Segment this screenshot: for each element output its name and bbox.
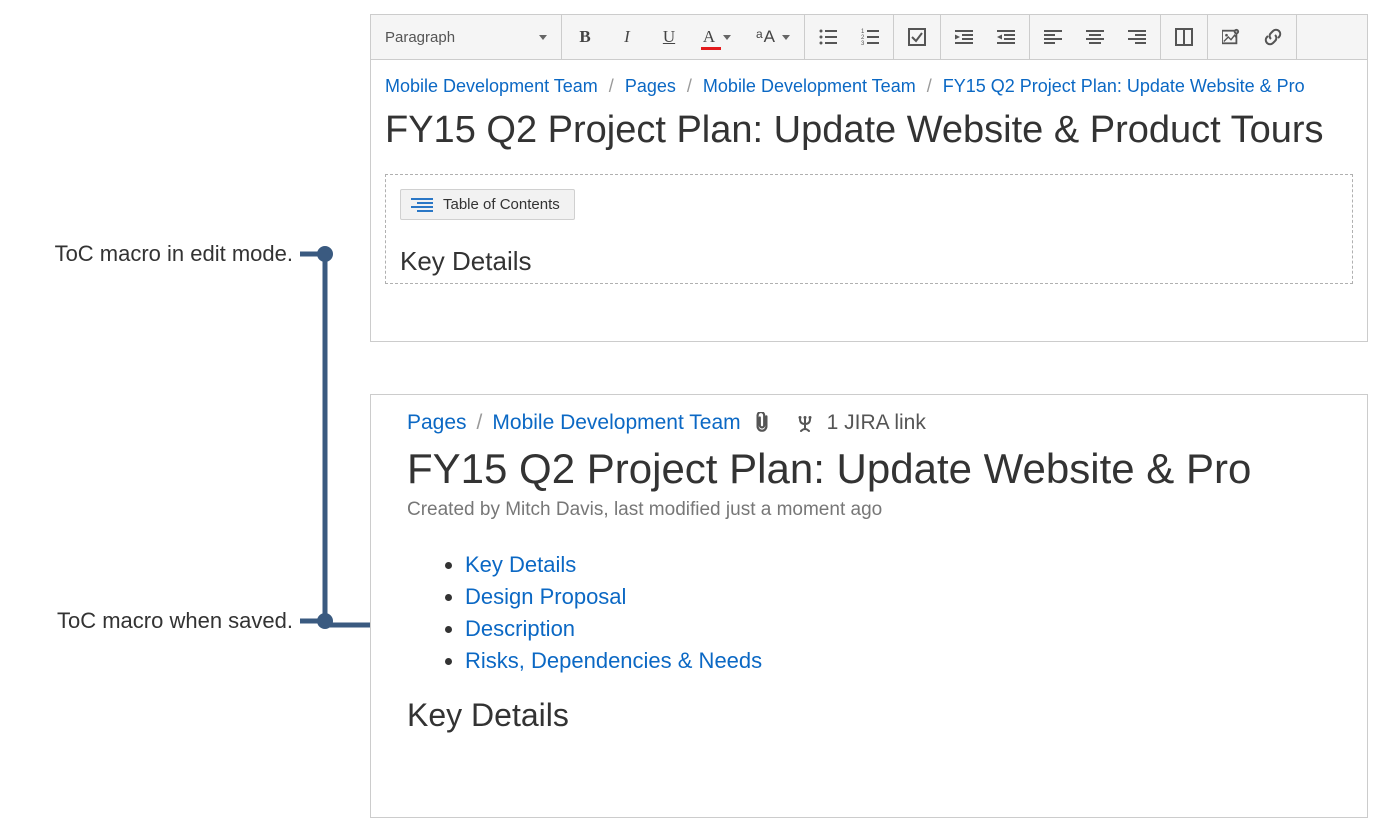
underline-button[interactable]: U xyxy=(648,15,690,59)
task-list-icon xyxy=(908,28,926,46)
outdent-button[interactable] xyxy=(943,15,985,59)
view-page-meta: Created by Mitch Davis, last modified ju… xyxy=(407,499,1339,521)
indent-icon xyxy=(997,28,1015,46)
view-page-title: FY15 Q2 Project Plan: Update Website & P… xyxy=(407,445,1339,493)
numbered-list-button[interactable]: 123 xyxy=(849,15,891,59)
toc-link[interactable]: Design Proposal xyxy=(465,584,626,609)
text-color-icon: A xyxy=(703,27,715,47)
more-formatting-button[interactable]: a A xyxy=(744,15,802,59)
text-color-button[interactable]: A xyxy=(690,15,744,59)
editor-breadcrumb: Mobile Development Team / Pages / Mobile… xyxy=(385,76,1353,97)
view-heading: Key Details xyxy=(407,697,1339,734)
breadcrumb-sep: / xyxy=(609,76,614,96)
toc-item: Description xyxy=(465,613,1339,645)
align-center-button[interactable] xyxy=(1074,15,1116,59)
chevron-down-icon xyxy=(782,35,790,40)
underline-icon: U xyxy=(663,27,675,47)
breadcrumb-pages-link[interactable]: Pages xyxy=(407,411,467,435)
breadcrumb-sep: / xyxy=(477,411,483,435)
jira-icon[interactable] xyxy=(795,413,815,433)
bullet-list-button[interactable] xyxy=(807,15,849,59)
bullet-list-icon xyxy=(819,28,837,46)
insert-link-button[interactable] xyxy=(1252,15,1294,59)
align-right-icon xyxy=(1128,28,1146,46)
breadcrumb-sep: / xyxy=(687,76,692,96)
toc-macro-placeholder[interactable]: Table of Contents Key Details xyxy=(385,174,1353,284)
insert-image-icon: + xyxy=(1222,28,1240,46)
page-layout-icon xyxy=(1175,28,1193,46)
insert-image-button[interactable]: + xyxy=(1210,15,1252,59)
bold-icon: B xyxy=(579,27,590,47)
breadcrumb-sep: / xyxy=(927,76,932,96)
toc-icon xyxy=(411,198,433,212)
more-formatting-icon: a xyxy=(756,27,763,41)
view-screenshot: Pages / Mobile Development Team 1 JIRA l… xyxy=(370,394,1368,818)
link-icon xyxy=(1264,28,1282,46)
align-center-icon xyxy=(1086,28,1104,46)
view-breadcrumb: Pages / Mobile Development Team 1 JIRA l… xyxy=(407,411,1339,435)
toc-item: Design Proposal xyxy=(465,581,1339,613)
breadcrumb-space-link[interactable]: Mobile Development Team xyxy=(385,76,598,96)
align-left-button[interactable] xyxy=(1032,15,1074,59)
align-left-icon xyxy=(1044,28,1062,46)
annotation-view-mode: ToC macro when saved. xyxy=(15,608,293,634)
task-list-button[interactable] xyxy=(896,15,938,59)
svg-text:+: + xyxy=(1235,29,1238,34)
toc-rendered: Key Details Design Proposal Description … xyxy=(407,549,1339,677)
editor-screenshot: Paragraph B I U A xyxy=(370,14,1368,342)
breadcrumb-page-link[interactable]: FY15 Q2 Project Plan: Update Website & P… xyxy=(943,76,1305,96)
toc-macro-chip[interactable]: Table of Contents xyxy=(400,189,575,220)
attachments-icon[interactable] xyxy=(753,412,771,434)
paragraph-style-select[interactable]: Paragraph xyxy=(373,29,559,46)
italic-button[interactable]: I xyxy=(606,15,648,59)
jira-link-count[interactable]: 1 JIRA link xyxy=(827,411,926,435)
breadcrumb-parent-link[interactable]: Mobile Development Team xyxy=(703,76,916,96)
editor-heading-preview[interactable]: Key Details xyxy=(400,246,1338,277)
text-color-swatch xyxy=(701,47,721,50)
svg-text:3: 3 xyxy=(861,41,865,46)
more-formatting-icon-big: A xyxy=(764,27,775,47)
toc-link[interactable]: Description xyxy=(465,616,575,641)
annotation-edit-mode: ToC macro in edit mode. xyxy=(15,241,293,267)
breadcrumb-space-link[interactable]: Mobile Development Team xyxy=(492,411,740,435)
align-right-button[interactable] xyxy=(1116,15,1158,59)
chevron-down-icon xyxy=(539,35,547,40)
breadcrumb-pages-link[interactable]: Pages xyxy=(625,76,676,96)
chevron-down-icon xyxy=(723,35,731,40)
toc-link[interactable]: Risks, Dependencies & Needs xyxy=(465,648,762,673)
editor-toolbar: Paragraph B I U A xyxy=(371,15,1367,60)
editor-page-title[interactable]: FY15 Q2 Project Plan: Update Website & P… xyxy=(385,109,1353,152)
indent-button[interactable] xyxy=(985,15,1027,59)
toc-link[interactable]: Key Details xyxy=(465,552,576,577)
bold-button[interactable]: B xyxy=(564,15,606,59)
toc-item: Risks, Dependencies & Needs xyxy=(465,645,1339,677)
outdent-icon xyxy=(955,28,973,46)
toc-item: Key Details xyxy=(465,549,1339,581)
paragraph-style-label: Paragraph xyxy=(385,29,455,46)
numbered-list-icon: 123 xyxy=(861,28,879,46)
page-layout-button[interactable] xyxy=(1163,15,1205,59)
toc-macro-label: Table of Contents xyxy=(443,196,560,213)
italic-icon: I xyxy=(624,27,630,47)
